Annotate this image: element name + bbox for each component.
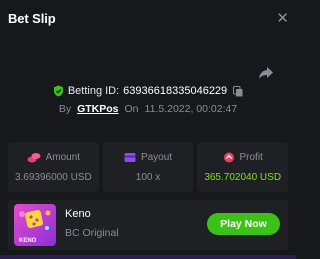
game-provider: BC Original [65,227,119,239]
play-now-button[interactable]: Play Now [207,213,280,235]
payout-icon [124,152,136,162]
payout-label: Payout [140,151,173,163]
betting-id-row: Betting ID: 63936618335046229 [0,83,296,99]
game-card: KENO Keno BC Original Play Now [8,200,288,250]
bet-datetime: 11.5.2022, 00:02:47 [144,103,238,115]
profit-label: Profit [239,151,263,163]
page-title: Bet Slip [8,10,56,26]
game-name: Keno [65,208,91,220]
close-icon[interactable]: ✕ [276,11,289,26]
on-label: On [124,103,139,115]
amount-value: 3.69396000 USD [14,171,92,183]
keno-thumbnail: KENO [14,204,56,246]
betting-id-label: Betting ID: [67,85,120,97]
amount-card: Amount 3.69396000 USD [8,142,99,192]
payout-card: Payout 100 x [102,142,194,192]
copy-icon[interactable] [233,85,243,97]
bet-stats: Amount 3.69396000 USD Payout 100 x Profi… [8,142,289,192]
payout-label-row: Payout [124,152,172,163]
amount-label-row: Amount [27,152,80,163]
bottom-strip [0,255,296,259]
profit-icon [223,152,234,162]
keno-logo-text: KENO [19,238,37,244]
payout-value: 100 x [135,171,161,183]
username-link[interactable]: GTKPos [77,103,118,115]
bet-meta-row: By GTKPos On 11.5.2022, 00:02:47 [0,101,296,117]
profit-value: 365.702040 USD [204,171,282,183]
amount-label: Amount [45,151,81,163]
profit-label-row: Profit [223,152,263,163]
by-label: By [58,103,72,115]
betting-id-value: 63936618335046229 [123,85,228,97]
keno-artwork: KENO [19,210,51,244]
coins-icon [27,152,41,162]
profit-card: Profit 365.702040 USD [197,142,289,192]
verified-shield-icon [53,85,63,97]
share-icon[interactable] [258,66,274,80]
bet-slip-header: Bet Slip ✕ [0,0,296,36]
